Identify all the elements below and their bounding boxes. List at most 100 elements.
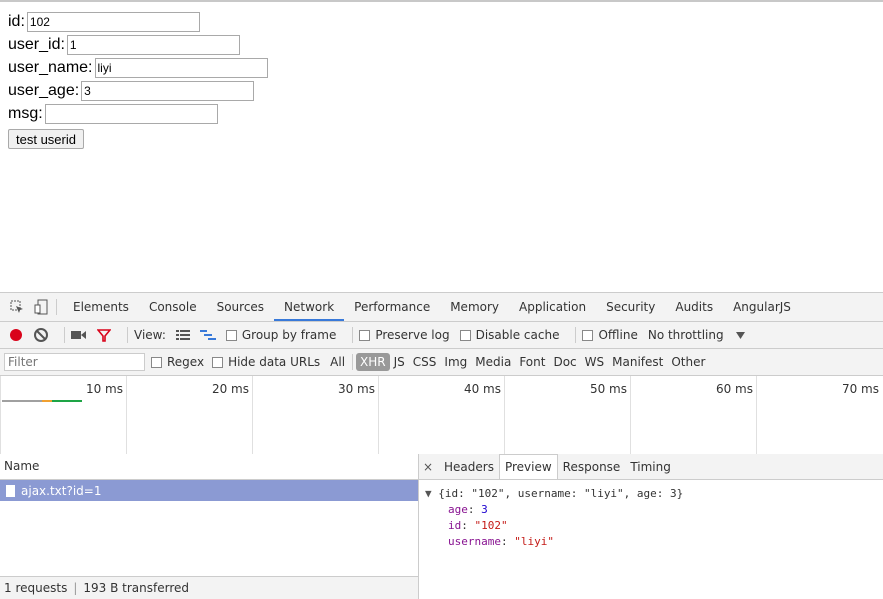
regex-checkbox[interactable]: Regex xyxy=(151,355,204,369)
network-overview-timeline[interactable]: 10 ms 20 ms 30 ms 40 ms 50 ms 60 ms 70 m… xyxy=(0,376,883,457)
tab-response[interactable]: Response xyxy=(558,455,626,479)
request-row[interactable]: ajax.txt?id=1 xyxy=(0,480,418,501)
network-status-bar: 1 requests | 193 B transferred xyxy=(0,576,418,599)
timeline-tick: 20 ms xyxy=(126,376,253,456)
id-input[interactable] xyxy=(26,11,200,32)
tab-application[interactable]: Application xyxy=(509,293,596,321)
type-filter-all[interactable]: All xyxy=(326,353,349,371)
filter-bar: Regex Hide data URLs All XHR JS CSS Img … xyxy=(0,349,883,376)
filter-separator xyxy=(352,354,354,370)
user-age-input[interactable] xyxy=(81,80,255,101)
tab-performance[interactable]: Performance xyxy=(344,293,440,321)
tab-memory[interactable]: Memory xyxy=(440,293,509,321)
transferred-size: 193 B transferred xyxy=(83,581,189,595)
type-filter-js[interactable]: JS xyxy=(390,353,409,371)
tab-sources[interactable]: Sources xyxy=(207,293,274,321)
tab-console[interactable]: Console xyxy=(139,293,207,321)
user-id-input[interactable] xyxy=(66,34,240,55)
large-rows-button[interactable] xyxy=(175,330,190,340)
json-value: "102" xyxy=(474,519,508,532)
toolbar-separator xyxy=(352,327,354,343)
timeline-tick: 30 ms xyxy=(252,376,379,456)
field-user-age: user_age: xyxy=(8,79,268,102)
toolbar-separator xyxy=(575,327,577,343)
tab-separator xyxy=(56,299,57,315)
checkbox-box xyxy=(225,329,237,341)
tab-timing[interactable]: Timing xyxy=(625,455,676,479)
json-property: username: "liyi" xyxy=(448,535,554,548)
preserve-log-checkbox[interactable]: Preserve log xyxy=(359,328,450,342)
tick-label: 60 ms xyxy=(715,382,753,396)
expand-triangle-icon[interactable]: ▼ xyxy=(425,487,432,500)
msg-label: msg: xyxy=(8,104,43,122)
page-top-border xyxy=(0,0,883,2)
tab-security[interactable]: Security xyxy=(596,293,665,321)
tick-label: 30 ms xyxy=(337,382,375,396)
device-toolbar-icon[interactable] xyxy=(32,298,50,316)
hide-data-urls-checkbox[interactable]: Hide data URLs xyxy=(212,355,320,369)
timeline-tick: 60 ms xyxy=(630,376,757,456)
capture-screenshots-button[interactable] xyxy=(71,330,87,340)
tab-angularjs[interactable]: AngularJS xyxy=(723,293,801,321)
tick-label: 40 ms xyxy=(463,382,501,396)
type-filter-media[interactable]: Media xyxy=(471,353,515,371)
disable-cache-label: Disable cache xyxy=(475,328,560,342)
view-label: View: xyxy=(134,328,166,342)
user-name-input[interactable] xyxy=(94,57,268,78)
type-filter-ws[interactable]: WS xyxy=(581,353,608,371)
type-filter-other[interactable]: Other xyxy=(667,353,709,371)
offline-checkbox[interactable]: Offline xyxy=(582,328,638,342)
clear-button[interactable] xyxy=(34,328,48,342)
type-filter-font[interactable]: Font xyxy=(515,353,549,371)
test-userid-button[interactable]: test userid xyxy=(8,129,84,149)
json-property: age: 3 xyxy=(448,503,488,516)
close-icon[interactable]: × xyxy=(421,460,435,474)
disable-cache-checkbox[interactable]: Disable cache xyxy=(459,328,560,342)
type-filter-xhr[interactable]: XHR xyxy=(356,353,390,371)
document-icon xyxy=(6,484,15,497)
chevron-down-icon xyxy=(735,331,745,339)
group-by-frame-checkbox[interactable]: Group by frame xyxy=(225,328,336,342)
clear-icon xyxy=(34,328,48,342)
tick-label: 20 ms xyxy=(211,382,249,396)
json-preview: ▼ {id: "102", username: "liyi", age: 3} … xyxy=(419,480,883,550)
msg-input[interactable] xyxy=(44,103,218,124)
field-user-id: user_id: xyxy=(8,33,268,56)
timeline-tick: 10 ms xyxy=(0,376,127,456)
request-detail-pane: × Headers Preview Response Timing ▼ {id:… xyxy=(419,454,883,599)
type-filter-img[interactable]: Img xyxy=(440,353,471,371)
json-value: 3 xyxy=(481,503,488,516)
json-key: age xyxy=(448,503,468,516)
json-summary: {id: "102", username: "liyi", age: 3} xyxy=(438,487,684,500)
user-form: id: user_id: user_name: user_age: msg: t… xyxy=(8,10,268,149)
tab-audits[interactable]: Audits xyxy=(665,293,723,321)
tab-preview[interactable]: Preview xyxy=(498,454,558,479)
record-button[interactable] xyxy=(10,329,22,341)
filter-icon xyxy=(97,328,111,342)
waterfall-icon xyxy=(199,330,216,340)
overview-button[interactable] xyxy=(199,330,216,340)
network-lower-pane: Name ajax.txt?id=1 1 requests | 193 B tr… xyxy=(0,454,883,599)
json-root-node[interactable]: ▼ {id: "102", username: "liyi", age: 3} xyxy=(425,486,883,502)
type-filter-css[interactable]: CSS xyxy=(409,353,441,371)
filter-toggle-button[interactable] xyxy=(97,328,111,342)
inspect-element-icon[interactable] xyxy=(8,298,26,316)
toolbar-separator xyxy=(64,327,65,343)
status-separator: | xyxy=(73,581,78,595)
camera-icon xyxy=(71,331,86,339)
tab-headers[interactable]: Headers xyxy=(439,455,499,479)
throttling-select[interactable]: No throttling xyxy=(648,328,745,342)
network-toolbar: View: Group by frame Preserve log Disabl… xyxy=(0,322,883,349)
checkbox-box xyxy=(151,356,162,368)
id-label: id: xyxy=(8,12,25,30)
filter-input[interactable] xyxy=(4,353,145,371)
tab-elements[interactable]: Elements xyxy=(63,293,139,321)
tab-network[interactable]: Network xyxy=(274,293,345,321)
type-filter-doc[interactable]: Doc xyxy=(549,353,580,371)
field-user-name: user_name: xyxy=(8,56,268,79)
field-id: id: xyxy=(8,10,268,33)
name-column-header[interactable]: Name xyxy=(0,454,418,480)
devtools-tabbar: Elements Console Sources Network Perform… xyxy=(0,293,883,322)
detail-tabbar: × Headers Preview Response Timing xyxy=(419,454,883,480)
type-filter-manifest[interactable]: Manifest xyxy=(608,353,667,371)
